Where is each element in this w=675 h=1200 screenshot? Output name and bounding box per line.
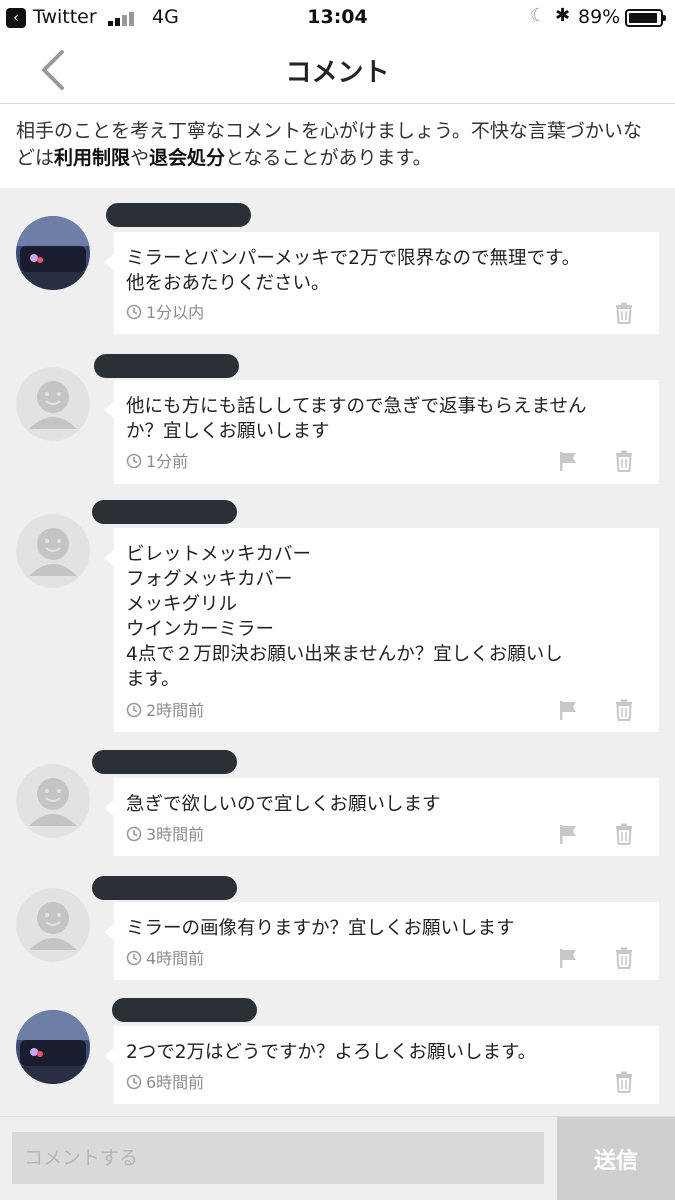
battery-percentage: 89%	[578, 6, 621, 28]
battery-icon	[625, 9, 666, 27]
comment-timestamp: 3時間前	[126, 825, 204, 845]
comment-time-label: 2時間前	[146, 701, 205, 720]
comment-timestamp: 1分前	[126, 452, 188, 472]
report-flag-icon[interactable]	[558, 947, 580, 969]
comment-input[interactable]	[12, 1132, 544, 1184]
comment-guideline-notice: 相手のことを考え丁寧なコメントを心がけましょう。不快な言葉づかいなどは利用制限や…	[0, 104, 675, 188]
trash-icon[interactable]	[614, 823, 634, 845]
clock-icon	[126, 826, 142, 842]
redacted-username	[92, 500, 237, 524]
comment-item: 急ぎで欲しいので宜しくお願いします 3時間前	[0, 738, 675, 862]
notice-emphasis-usage-restriction: 利用制限	[54, 147, 131, 169]
comment-text: ビレットメッキカバー フォグメッキカバー メッキグリル ウインカーミラー 4点で…	[126, 544, 563, 690]
do-not-disturb-icon: ☾	[530, 5, 547, 26]
redacted-username	[94, 354, 239, 378]
comment-timestamp: 4時間前	[126, 949, 204, 969]
comment-timestamp: 1分以内	[126, 303, 204, 323]
comment-bubble: ミラーの画像有りますか？宜しくお願いします 4時間前	[104, 902, 659, 980]
trash-icon[interactable]	[614, 450, 634, 472]
clock-icon	[126, 950, 142, 966]
trash-icon[interactable]	[614, 1071, 634, 1093]
comment-bubble: 2つで2万はどうですか？よろしくお願いします。 6時間前	[104, 1026, 659, 1104]
navigation-bar: コメント	[0, 36, 675, 104]
notice-text: や	[130, 147, 150, 169]
comment-item: 2つで2万はどうですか？よろしくお願いします。 6時間前	[0, 986, 675, 1112]
report-flag-icon[interactable]	[558, 450, 580, 472]
comment-time-label: 1分以内	[146, 303, 205, 322]
comment-text: ミラーとバンパーメッキで2万で限界なので無理です。 他をおあたりください。	[126, 248, 581, 294]
default-user-avatar-icon[interactable]	[16, 514, 90, 588]
default-user-avatar-icon[interactable]	[16, 367, 90, 441]
report-flag-icon[interactable]	[558, 823, 580, 845]
redacted-username	[92, 876, 237, 900]
comment-item: ミラーとバンパーメッキで2万で限界なので無理です。 他をおあたりください。 1分…	[0, 188, 675, 338]
comment-text: 他にも方にも話ししてますので急ぎで返事もらえません か？宜しくお願いします	[126, 396, 587, 442]
clock-icon	[126, 1074, 142, 1090]
user-avatar-car-photo[interactable]	[16, 216, 90, 290]
comment-item: ビレットメッキカバー フォグメッキカバー メッキグリル ウインカーミラー 4点で…	[0, 488, 675, 738]
comment-bubble: ミラーとバンパーメッキで2万で限界なので無理です。 他をおあたりください。 1分…	[104, 232, 659, 334]
trash-icon[interactable]	[614, 699, 634, 721]
comment-bubble: 他にも方にも話ししてますので急ぎで返事もらえません か？宜しくお願いします 1分…	[104, 380, 659, 484]
page-title: コメント	[285, 58, 390, 88]
bluetooth-icon: ✱	[555, 5, 571, 26]
comment-text: 急ぎで欲しいので宜しくお願いします	[126, 794, 441, 815]
notice-text: となることがあります。	[225, 147, 432, 169]
comment-timestamp: 2時間前	[126, 701, 204, 721]
user-avatar-car-photo[interactable]	[16, 1010, 90, 1084]
comment-list: ミラーとバンパーメッキで2万で限界なので無理です。 他をおあたりください。 1分…	[0, 188, 675, 1116]
trash-icon[interactable]	[614, 947, 634, 969]
comment-item: ミラーの画像有りますか？宜しくお願いします 4時間前	[0, 862, 675, 986]
report-flag-icon[interactable]	[558, 699, 580, 721]
comment-time-label: 1分前	[146, 452, 189, 471]
notice-emphasis-account-removal: 退会処分	[149, 147, 226, 169]
default-user-avatar-icon[interactable]	[16, 764, 90, 838]
redacted-username	[112, 998, 257, 1022]
comment-timestamp: 6時間前	[126, 1073, 204, 1093]
comment-item: 他にも方にも話ししてますので急ぎで返事もらえません か？宜しくお願いします 1分…	[0, 338, 675, 488]
clock-icon	[126, 702, 142, 718]
send-button[interactable]: 送信	[557, 1117, 675, 1200]
clock-icon	[126, 304, 142, 320]
comment-time-label: 4時間前	[146, 949, 205, 968]
redacted-username	[106, 203, 251, 227]
comment-bubble: ビレットメッキカバー フォグメッキカバー メッキグリル ウインカーミラー 4点で…	[104, 528, 659, 732]
comment-bubble: 急ぎで欲しいので宜しくお願いします 3時間前	[104, 778, 659, 856]
comment-time-label: 6時間前	[146, 1073, 205, 1092]
status-bar: ‹ Twitter 4G 13:04 ☾ ✱ 89%	[0, 0, 675, 36]
clock-icon	[126, 453, 142, 469]
redacted-username	[92, 750, 237, 774]
comment-compose-bar: 送信	[0, 1116, 675, 1200]
trash-icon[interactable]	[614, 302, 634, 324]
comment-text: ミラーの画像有りますか？宜しくお願いします	[126, 918, 515, 939]
clock-time: 13:04	[307, 6, 368, 28]
comment-text: 2つで2万はどうですか？よろしくお願いします。	[126, 1042, 537, 1063]
default-user-avatar-icon[interactable]	[16, 888, 90, 962]
comment-time-label: 3時間前	[146, 825, 205, 844]
